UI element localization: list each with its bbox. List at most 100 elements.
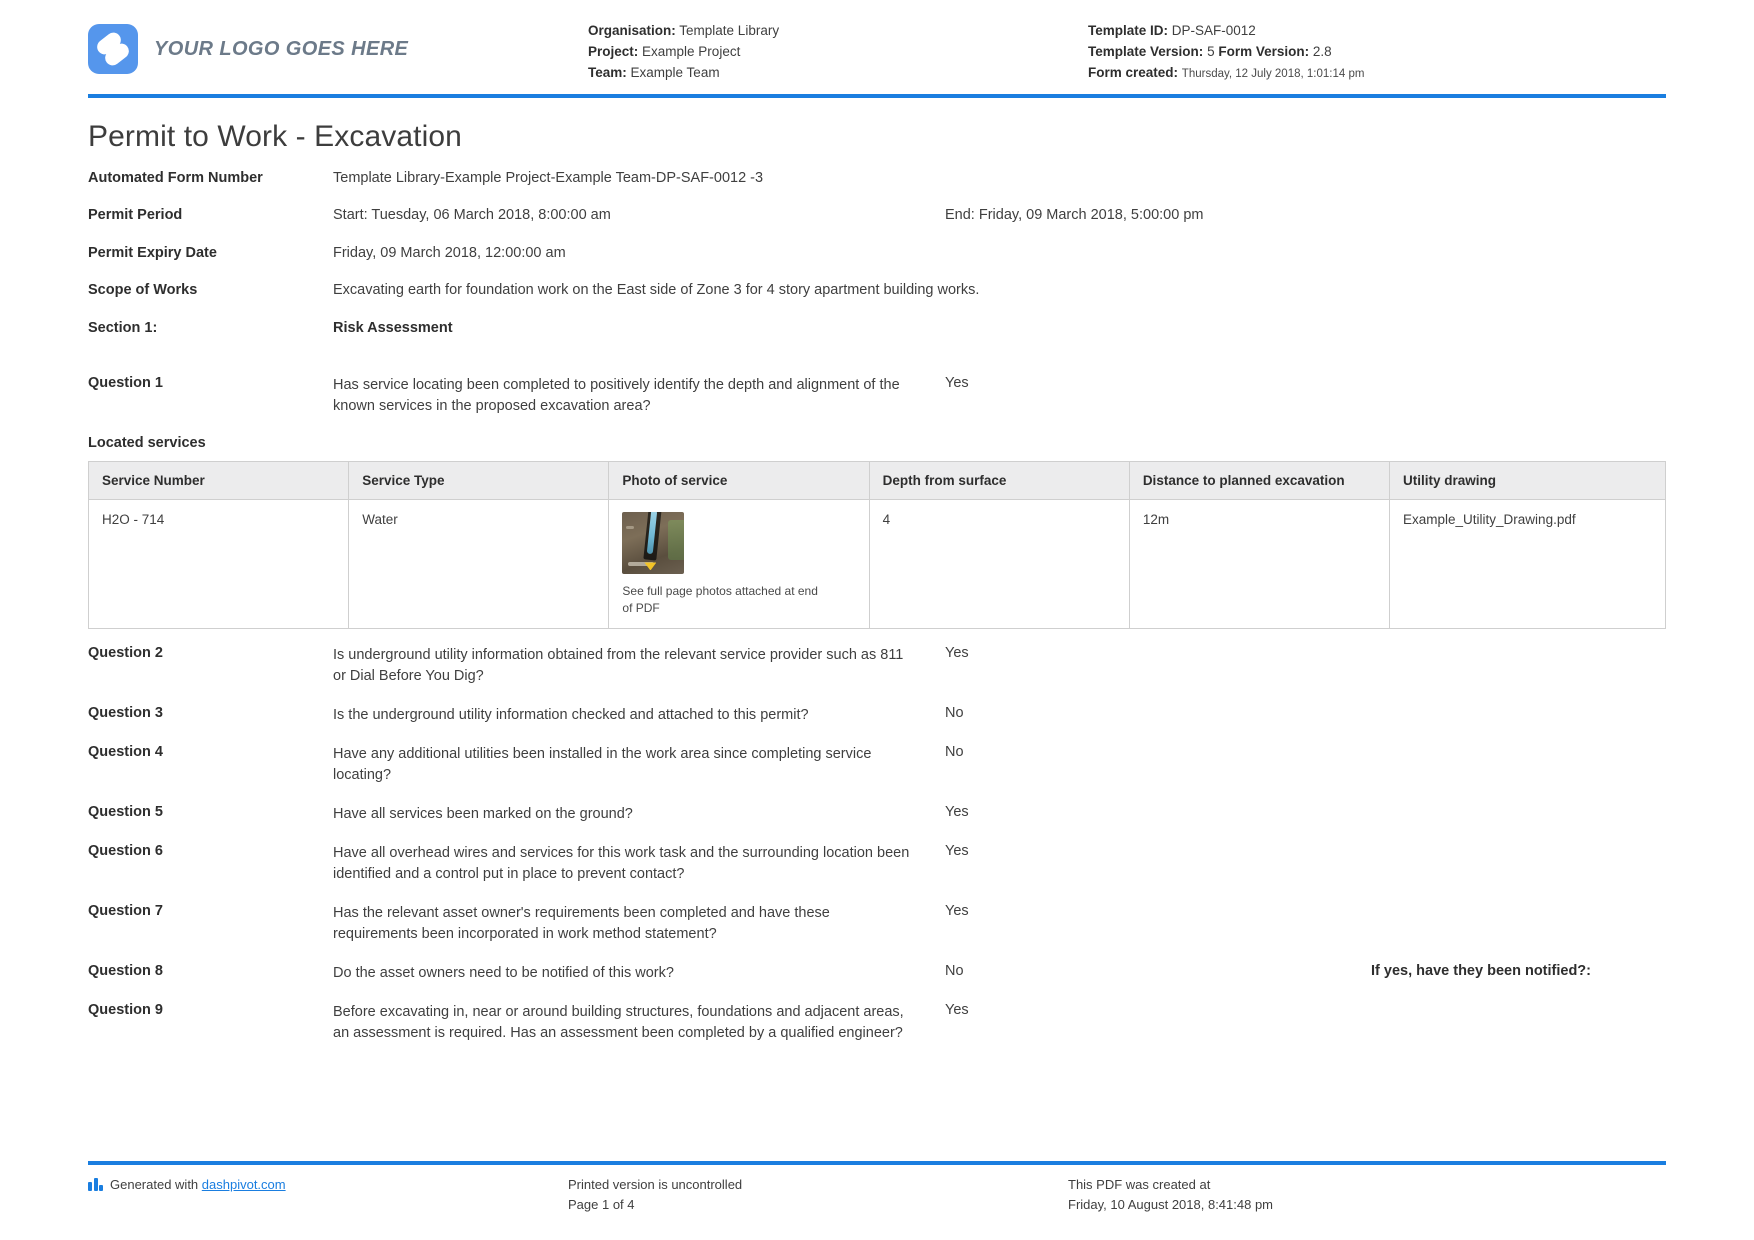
form-version-value: 2.8 <box>1312 44 1332 60</box>
cell-utility-drawing: Example_Utility_Drawing.pdf <box>1389 499 1666 629</box>
table-header-row: Service Number Service Type Photo of ser… <box>87 461 1666 501</box>
question-label: Question 9 <box>88 1002 163 1019</box>
column-header-photo-of-service: Photo of service <box>608 461 870 501</box>
question-text: Has the relevant asset owner's requireme… <box>333 904 830 942</box>
header-template-id-row: Template ID: DP-SAF-0012 <box>1088 20 1666 41</box>
page-title: Permit to Work - Excavation <box>88 119 462 153</box>
question-row: Question 9 Before excavating in, near or … <box>88 1002 1666 1044</box>
question-text: Is underground utility information obtai… <box>333 646 904 684</box>
question-row: Question 5 Have all services been marked … <box>88 804 1666 825</box>
template-id-value: DP-SAF-0012 <box>1171 23 1256 38</box>
cell-distance-to-excavation: 12m <box>1128 499 1391 629</box>
question-1-label: Question 1 <box>88 375 163 392</box>
column-header-service-type: Service Type <box>348 461 610 501</box>
document-header: YOUR LOGO GOES HERE Organisation: Templa… <box>88 0 1666 98</box>
field-row-section: Section 1: Risk Assessment <box>88 318 1666 339</box>
question-text: Is the underground utility information c… <box>333 706 809 723</box>
logo-block: YOUR LOGO GOES HERE <box>88 18 588 74</box>
question-row-1: Question 1 Has service locating been com… <box>88 375 1666 417</box>
form-version-label: Form Version: <box>1218 44 1310 60</box>
question-answer: No <box>945 963 964 980</box>
organisation-value: Template Library <box>679 23 780 38</box>
section-value: Risk Assessment <box>333 319 453 336</box>
question-label: Question 2 <box>88 644 163 661</box>
question-label: Question 3 <box>88 704 163 721</box>
cell-photo-of-service: See full page photos attached at end of … <box>608 499 870 629</box>
form-created-label: Form created: <box>1088 65 1179 81</box>
located-services-table: Service Number Service Type Photo of ser… <box>87 461 1666 629</box>
header-org-column: Organisation: Template Library Project: … <box>588 18 1088 84</box>
question-text: Before excavating in, near or around bui… <box>333 1004 904 1042</box>
questions-list: Question 2 Is underground utility informa… <box>88 645 1666 1044</box>
footer-uncontrolled-text: Printed version is uncontrolled <box>568 1177 743 1192</box>
organisation-label: Organisation: <box>588 23 676 38</box>
table-row: H2O - 714 Water See full page photos att… <box>87 499 1666 629</box>
question-text: Do the asset owners need to be notified … <box>333 965 674 982</box>
header-version-row: Template Version: 5 Form Version: 2.8 <box>1088 41 1666 62</box>
question-1-text: Has service locating been completed to p… <box>333 377 900 415</box>
automated-form-number-label: Automated Form Number <box>88 169 263 186</box>
question-1-answer: Yes <box>945 375 969 392</box>
project-value: Example Project <box>642 44 741 60</box>
question-row: Question 3 Is the underground utility inf… <box>88 705 1666 726</box>
footer-generated-block: Generated with dashpivot.com <box>88 1175 568 1214</box>
question-row: Question 8 Do the asset owners need to be… <box>88 963 1666 984</box>
footer-generated-text: Generated with dashpivot.com <box>110 1175 286 1195</box>
question-answer: Yes <box>945 902 969 919</box>
template-id-label: Template ID: <box>1088 23 1169 38</box>
question-label: Question 7 <box>88 902 163 919</box>
generated-prefix: Generated with <box>110 1177 202 1192</box>
column-header-utility-drawing: Utility drawing <box>1389 461 1666 501</box>
permit-period-label: Permit Period <box>88 207 183 224</box>
question-row: Question 4 Have any additional utilities … <box>88 744 1666 786</box>
column-header-distance-to-excavation: Distance to planned excavation <box>1128 461 1391 501</box>
dashpivot-bars-icon <box>88 1178 103 1191</box>
cell-service-type: Water <box>348 499 610 629</box>
footer-page-block: Printed version is uncontrolled Page 1 o… <box>568 1175 1068 1214</box>
header-form-created-row: Form created: Thursday, 12 July 2018, 1:… <box>1088 62 1666 83</box>
cell-depth-from-surface: 4 <box>868 499 1130 629</box>
scope-of-works-label: Scope of Works <box>88 282 198 299</box>
question-answer: Yes <box>945 1002 969 1019</box>
column-header-service-number: Service Number <box>87 461 350 501</box>
logo-text: YOUR LOGO GOES HERE <box>154 37 409 60</box>
section-label: Section 1: <box>88 319 158 336</box>
question-row: Question 7 Has the relevant asset owner's… <box>88 903 1666 945</box>
team-value: Example Team <box>630 65 720 81</box>
question-text: Have any additional utilities been insta… <box>333 745 872 783</box>
header-template-column: Template ID: DP-SAF-0012 Template Versio… <box>1088 18 1666 84</box>
service-photo-thumbnail[interactable] <box>622 512 685 575</box>
header-team-row: Team: Example Team <box>588 62 1088 83</box>
automated-form-number-value: Template Library-Example Project-Example… <box>333 169 764 186</box>
field-row-form-number: Automated Form Number Template Library-E… <box>88 168 1666 189</box>
question-label: Question 6 <box>88 842 163 859</box>
field-row-permit-period: Permit Period Start: Tuesday, 06 March 2… <box>88 205 1666 226</box>
template-version-value: 5 <box>1207 44 1215 60</box>
question-answer: Yes <box>945 803 969 820</box>
team-label: Team: <box>588 65 627 81</box>
question-answer: No <box>945 743 964 760</box>
permit-expiry-label: Permit Expiry Date <box>88 244 217 261</box>
photo-caption: See full page photos attached at end of … <box>622 584 818 615</box>
dashpivot-link[interactable]: dashpivot.com <box>202 1177 286 1192</box>
question-answer: Yes <box>945 842 969 859</box>
document-footer: Generated with dashpivot.com Printed ver… <box>88 1161 1666 1214</box>
permit-period-end-value: End: Friday, 09 March 2018, 5:00:00 pm <box>945 207 1204 224</box>
footer-created-block: This PDF was created at Friday, 10 Augus… <box>1068 1175 1666 1214</box>
located-services-title: Located services <box>88 435 206 452</box>
cell-service-number: H2O - 714 <box>87 499 350 629</box>
project-label: Project: <box>588 44 639 60</box>
template-version-label: Template Version: <box>1088 44 1204 60</box>
field-row-scope: Scope of Works Excavating earth for foun… <box>88 280 1666 301</box>
form-created-value: Thursday, 12 July 2018, 1:01:14 pm <box>1181 68 1365 81</box>
footer-created-label: This PDF was created at <box>1068 1177 1211 1192</box>
question-text: Have all services been marked on the gro… <box>333 805 633 822</box>
permit-expiry-value: Friday, 09 March 2018, 12:00:00 am <box>333 244 566 261</box>
company-logo-icon <box>88 24 138 74</box>
question-label: Question 4 <box>88 743 163 760</box>
question-row: Question 6 Have all overhead wires and se… <box>88 843 1666 885</box>
header-project-row: Project: Example Project <box>588 41 1088 62</box>
question-label: Question 8 <box>88 963 163 980</box>
question-text: Have all overhead wires and services for… <box>333 844 910 882</box>
footer-created-value: Friday, 10 August 2018, 8:41:48 pm <box>1068 1196 1274 1212</box>
